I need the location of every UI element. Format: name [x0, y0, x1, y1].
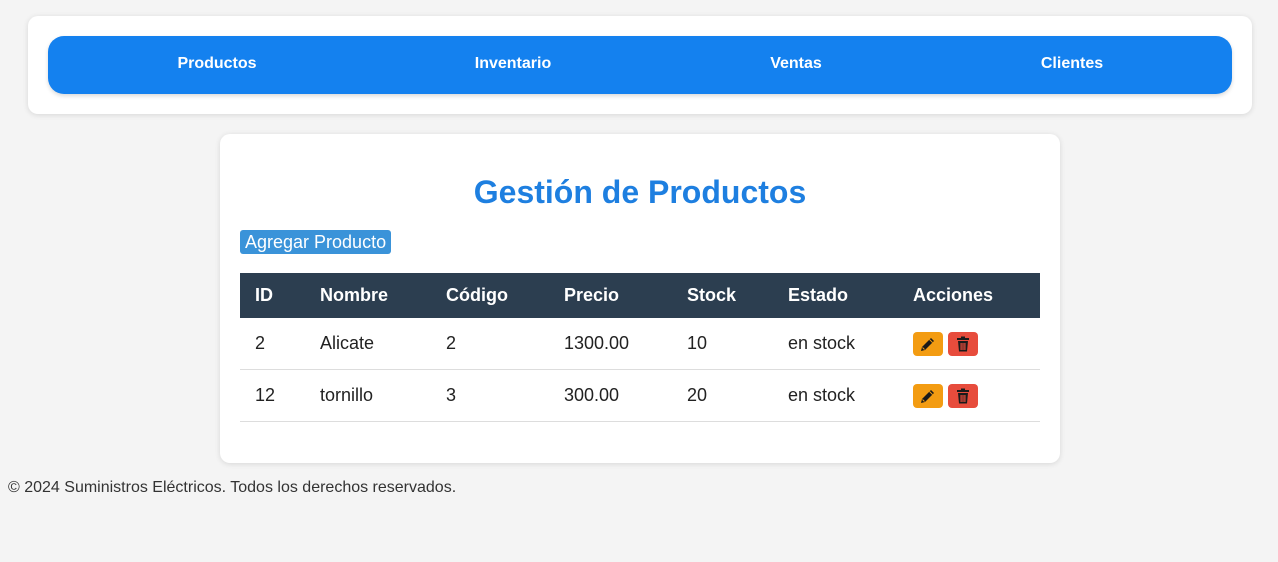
cell-nombre: Alicate — [305, 318, 431, 370]
table-row: 2 Alicate 2 1300.00 10 en stock — [240, 318, 1040, 370]
nav-container: Productos Inventario Ventas Clientes — [28, 16, 1252, 114]
nav-link-ventas[interactable]: Ventas — [770, 36, 822, 94]
cell-nombre: tornillo — [305, 369, 431, 422]
cell-codigo: 3 — [431, 369, 549, 422]
products-panel: Gestión de Productos Agregar Producto ID… — [220, 134, 1060, 463]
cell-precio: 1300.00 — [549, 318, 672, 370]
cell-id: 12 — [240, 369, 305, 422]
cell-acciones — [898, 318, 1040, 370]
pencil-icon — [921, 337, 934, 351]
products-table: ID Nombre Código Precio Stock Estado Acc… — [240, 273, 1040, 422]
cell-precio: 300.00 — [549, 369, 672, 422]
header-stock: Stock — [672, 273, 773, 318]
nav-link-clientes[interactable]: Clientes — [1041, 36, 1103, 94]
cell-codigo: 2 — [431, 318, 549, 370]
cell-id: 2 — [240, 318, 305, 370]
page-title: Gestión de Productos — [473, 174, 807, 210]
cell-acciones — [898, 369, 1040, 422]
pencil-icon — [921, 389, 934, 403]
header-id: ID — [240, 273, 305, 318]
table-row: 12 tornillo 3 300.00 20 en stock — [240, 369, 1040, 422]
edit-button[interactable] — [913, 383, 943, 408]
header-precio: Precio — [549, 273, 672, 318]
delete-button[interactable] — [948, 331, 978, 356]
cell-estado: en stock — [773, 369, 898, 422]
header-nombre: Nombre — [305, 273, 431, 318]
edit-button[interactable] — [913, 331, 943, 356]
trash-icon — [957, 336, 969, 351]
cell-stock: 20 — [672, 369, 773, 422]
delete-button[interactable] — [948, 383, 978, 408]
header-codigo: Código — [431, 273, 549, 318]
header-estado: Estado — [773, 273, 898, 318]
nav-link-productos[interactable]: Productos — [177, 36, 256, 94]
main-navbar: Productos Inventario Ventas Clientes — [48, 36, 1232, 94]
table-header-row: ID Nombre Código Precio Stock Estado Acc… — [240, 273, 1040, 318]
add-product-button[interactable]: Agregar Producto — [240, 230, 392, 254]
footer-copyright: © 2024 Suministros Eléctricos. Todos los… — [8, 479, 457, 496]
header-acciones: Acciones — [898, 273, 1040, 318]
cell-estado: en stock — [773, 318, 898, 370]
cell-stock: 10 — [672, 318, 773, 370]
nav-link-inventario[interactable]: Inventario — [475, 36, 551, 94]
trash-icon — [957, 388, 969, 403]
